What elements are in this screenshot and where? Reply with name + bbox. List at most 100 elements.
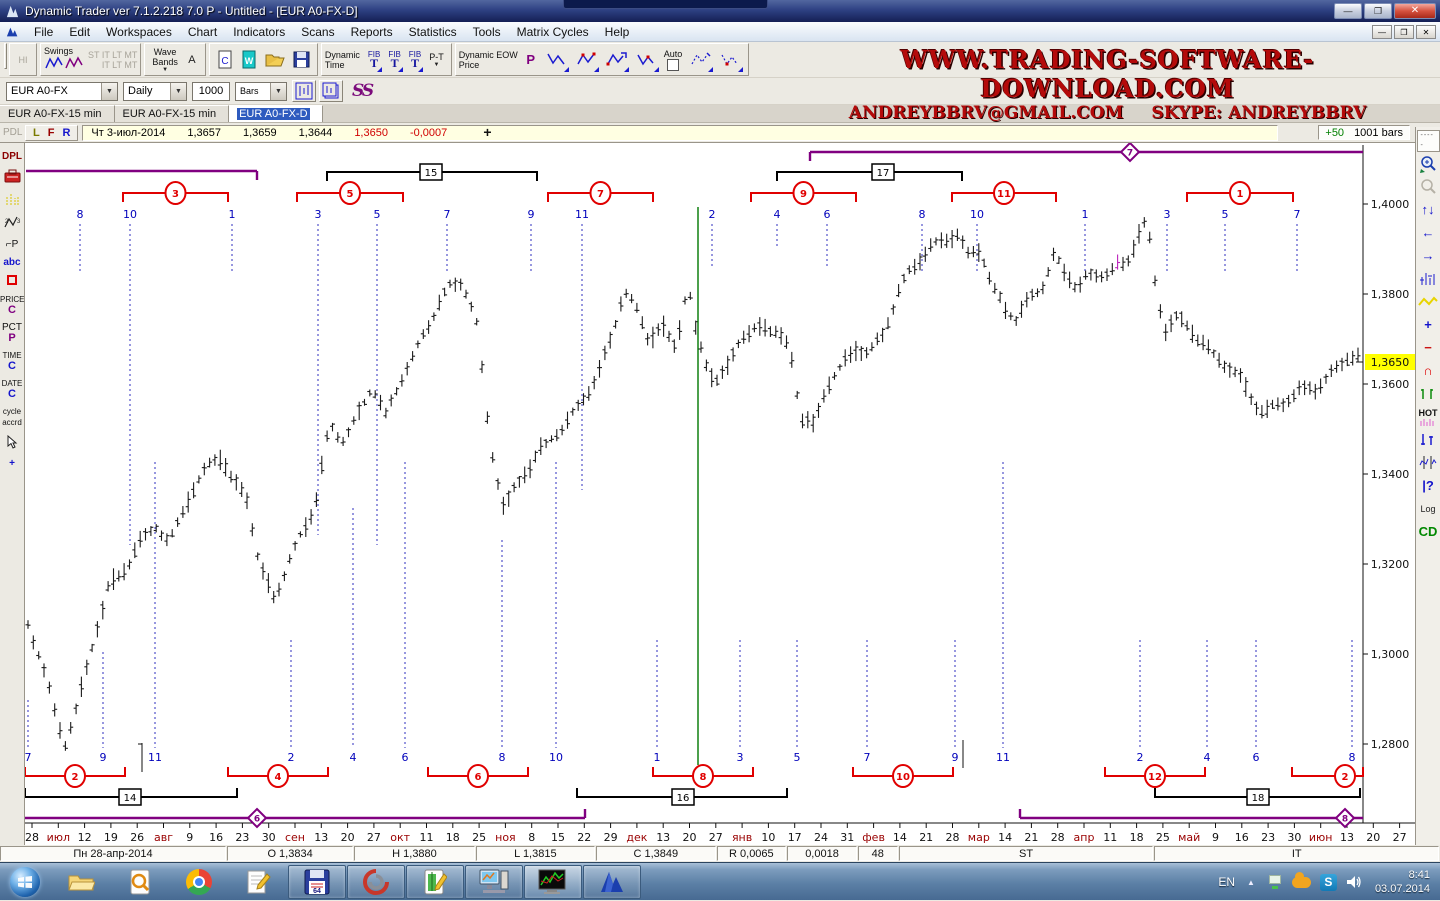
p-tool[interactable]: ⌐P [0, 239, 24, 250]
bars-yellow-icon[interactable] [0, 192, 24, 208]
eow-p-button[interactable]: P [521, 46, 541, 74]
zigzag-arrow-down-button[interactable] [631, 46, 661, 74]
menu-chart[interactable]: Chart [180, 23, 225, 41]
taskbar-icon-dynamic-trader[interactable] [583, 865, 641, 899]
fib-time-1-button[interactable]: FIBT [364, 46, 384, 74]
zigzag-yellow-tool[interactable] [1417, 290, 1440, 313]
time-tool[interactable]: TIMEC [0, 350, 24, 371]
swings-zigzag-purple-icon[interactable] [64, 56, 84, 74]
crosshair-icon[interactable]: + [483, 124, 491, 140]
menu-scans[interactable]: Scans [293, 23, 342, 41]
hot-tool[interactable]: HOT [1417, 405, 1440, 428]
auto-checkbox[interactable] [667, 59, 679, 71]
date-tool[interactable]: DATEC [0, 378, 24, 399]
zoom-in-tool[interactable] [1417, 152, 1440, 175]
chevron-down-icon[interactable]: ▼ [101, 83, 117, 100]
menu-file[interactable]: File [26, 23, 61, 41]
language-indicator[interactable]: EN [1218, 875, 1235, 889]
pt-button[interactable]: P-T▼ [425, 46, 448, 74]
bars-step-tool[interactable] [1417, 428, 1440, 451]
tab-1[interactable]: EUR A0-FX-15 min [115, 105, 230, 122]
chevron-down-icon[interactable]: ▼ [170, 83, 186, 100]
bars-gray-tool[interactable] [1417, 451, 1440, 474]
magnet-tool[interactable]: ∩ [1417, 359, 1440, 382]
network-icon[interactable] [1267, 875, 1283, 889]
taskbar-icon-chrome[interactable] [170, 865, 228, 899]
tab-0[interactable]: EUR A0-FX-15 min [0, 105, 115, 122]
zigzag-dotted-up-button[interactable] [685, 46, 715, 74]
new-chart-button[interactable] [319, 80, 343, 102]
zigzag-dotted-down-button[interactable] [715, 46, 745, 74]
taskbar-icon-computer-chart[interactable] [465, 865, 523, 899]
bar-question-tool[interactable]: |? [1417, 474, 1440, 497]
menu-edit[interactable]: Edit [61, 23, 98, 41]
r-button[interactable]: R [62, 127, 70, 139]
zigzag-123-icon[interactable]: 32 [0, 215, 24, 232]
cycle-accrd-tool[interactable]: cycleaccrd [0, 406, 24, 428]
line-style-tool[interactable]: ----- [1417, 129, 1440, 152]
copy-chart-button[interactable]: C [213, 46, 237, 74]
open-file-button[interactable] [261, 46, 289, 74]
zigzag-red-up-button[interactable] [571, 46, 601, 74]
restore-button[interactable]: ❐ [1364, 3, 1392, 19]
red-square-icon[interactable] [0, 275, 24, 287]
save-button[interactable] [289, 46, 314, 74]
zigzag-arrow-up-button[interactable] [601, 46, 631, 74]
taskbar-icon-explorer[interactable] [52, 865, 110, 899]
cd-tool[interactable]: CD [1417, 520, 1440, 543]
tray-expand-icon[interactable]: ▲ [1247, 878, 1255, 887]
pdl-label[interactable]: PDL [0, 127, 25, 138]
wave-bands-button[interactable]: Wave Bands ▼ [148, 46, 182, 74]
menu-tools[interactable]: Tools [465, 23, 509, 41]
taskbar-icon-swirl-app[interactable] [347, 865, 405, 899]
log-tool[interactable]: Log [1417, 497, 1440, 520]
word-export-button[interactable]: W [237, 46, 261, 74]
abc-tool[interactable]: abc [0, 257, 24, 268]
cursor-icon[interactable] [0, 435, 24, 451]
f-button[interactable]: F [48, 127, 55, 139]
taskbar-icon-notepad[interactable] [229, 865, 287, 899]
zoom-plus-tool[interactable]: + [1417, 313, 1440, 336]
swings-zigzag-blue-icon[interactable] [44, 56, 64, 74]
taskbar-icon-search[interactable] [111, 865, 169, 899]
quotes-icon[interactable]: SS [352, 81, 372, 101]
menu-workspaces[interactable]: Workspaces [98, 23, 180, 41]
mdi-close-button[interactable]: ✕ [1416, 25, 1436, 39]
zigzag-blue-down-button[interactable] [541, 46, 571, 74]
volume-icon[interactable] [1346, 875, 1362, 889]
a-button[interactable]: A [182, 46, 202, 74]
cloud-icon[interactable] [1292, 877, 1311, 888]
menu-help[interactable]: Help [597, 23, 638, 41]
plus-tool[interactable]: + [0, 458, 24, 469]
clock[interactable]: 8:41 03.07.2014 [1375, 868, 1430, 896]
scroll-right-tool[interactable]: → [1417, 244, 1440, 267]
mdi-minimize-button[interactable]: — [1372, 25, 1392, 39]
toolbar-grip[interactable] [4, 43, 7, 69]
hi-button[interactable]: HI [13, 46, 33, 74]
scroll-vert-tool[interactable]: ↑↓ [1417, 198, 1440, 221]
tab-2[interactable]: EUR A0-FX-D [229, 105, 322, 122]
period-select[interactable]: Daily▼ [123, 82, 187, 101]
minimize-button[interactable]: — [1334, 3, 1362, 19]
symbol-select[interactable]: EUR A0-FX▼ [6, 82, 118, 101]
skype-icon[interactable]: S [1320, 874, 1337, 891]
zoom-out-tool[interactable] [1417, 175, 1440, 198]
scroll-left-tool[interactable]: ← [1417, 221, 1440, 244]
menu-indicators[interactable]: Indicators [225, 23, 293, 41]
bars-blue-tool[interactable] [1417, 267, 1440, 290]
price-tool[interactable]: PRICEC [0, 294, 24, 315]
fib-time-2-button[interactable]: FIBT [384, 46, 404, 74]
zoom-minus-tool[interactable]: − [1417, 336, 1440, 359]
l-button[interactable]: L [33, 127, 40, 139]
bars-green-tool[interactable] [1417, 382, 1440, 405]
mdi-restore-button[interactable]: ❐ [1394, 25, 1414, 39]
taskbar-icon-floppy64[interactable]: 64 [288, 865, 346, 899]
start-button[interactable] [10, 867, 40, 897]
menu-matrix-cycles[interactable]: Matrix Cycles [509, 23, 597, 41]
bars-count-input[interactable]: 1000 [192, 82, 230, 101]
taskbar-icon-stock-chart[interactable] [524, 865, 582, 899]
chart-window-button[interactable] [292, 80, 316, 102]
bars-type-select[interactable]: Bars▼ [235, 82, 287, 101]
close-button[interactable]: ✕ [1394, 3, 1436, 19]
chevron-down-icon[interactable]: ▼ [270, 83, 286, 100]
